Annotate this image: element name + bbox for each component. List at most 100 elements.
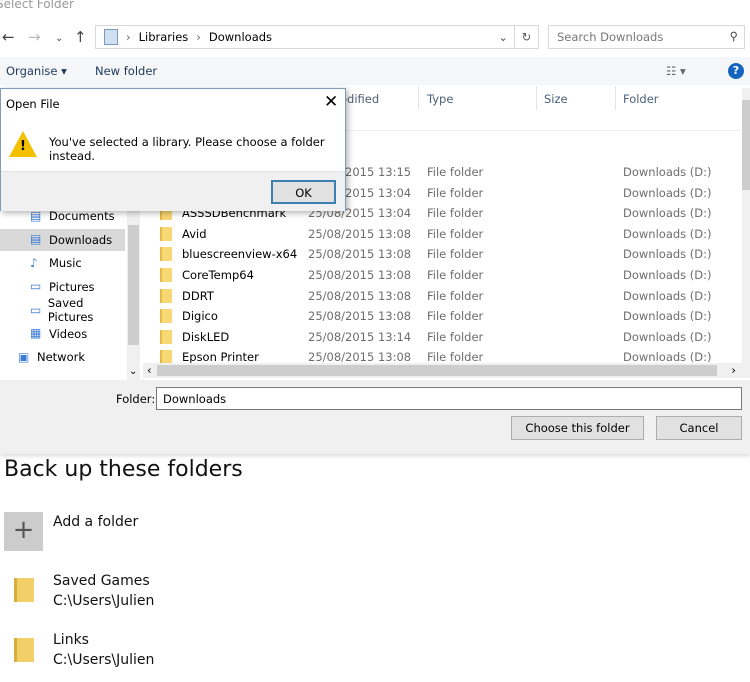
file-row[interactable]: DDRT 25/08/2015 13:08 File folder Downloads… xyxy=(160,286,742,306)
column-divider[interactable] xyxy=(536,86,537,110)
choose-folder-button[interactable]: Choose this folder xyxy=(511,416,644,440)
file-type: File folder xyxy=(427,185,484,200)
folder-icon xyxy=(160,329,172,344)
nav-item-label: Documents xyxy=(49,209,115,223)
dialog-message: You've selected a library. Please choose… xyxy=(49,135,325,163)
file-name: Digico xyxy=(182,309,218,324)
close-icon[interactable]: ✕ xyxy=(324,92,338,112)
organise-button[interactable]: Organise ▾ xyxy=(6,64,67,78)
file-list-vscrollbar[interactable] xyxy=(742,88,750,363)
file-folder: Downloads (D:) xyxy=(623,329,712,344)
folder-icon xyxy=(160,309,172,324)
folder-icon xyxy=(160,247,172,262)
up-button[interactable]: ↑ xyxy=(74,28,87,46)
videos-icon: ▦ xyxy=(30,326,42,340)
cancel-button[interactable]: Cancel xyxy=(656,416,742,440)
warning-icon: ! xyxy=(9,131,37,157)
column-folder[interactable]: Folder xyxy=(623,92,659,106)
file-name: CoreTemp64 xyxy=(182,268,254,282)
refresh-button[interactable]: ↻ xyxy=(515,25,539,49)
file-name: DDRT xyxy=(182,288,214,303)
network-icon: ▣ xyxy=(18,349,30,364)
folder-icon xyxy=(160,226,172,241)
nav-item[interactable]: ▤ Downloads xyxy=(0,228,125,251)
select-folder-window: Select Folder ← → ⌄ ↑ › Libraries › Downlo… xyxy=(0,0,750,454)
column-divider[interactable] xyxy=(418,86,419,110)
column-divider[interactable] xyxy=(615,86,616,110)
column-size[interactable]: Size xyxy=(544,92,568,106)
music-icon: ♪ xyxy=(30,255,38,270)
nav-item[interactable]: ♪ Music xyxy=(0,252,125,274)
chevron-down-icon[interactable]: ⌄ xyxy=(498,30,508,44)
folder-input[interactable]: Downloads xyxy=(156,387,742,410)
nav-item[interactable]: ▦ Videos xyxy=(0,323,125,345)
links-folder-icon xyxy=(14,638,34,662)
add-folder-label[interactable]: Add a folder xyxy=(53,514,138,530)
folder-icon xyxy=(160,288,172,303)
backup-item-path: C:\Users\Julien xyxy=(53,652,155,668)
nav-item-label: Pictures xyxy=(49,279,95,294)
search-placeholder: Search Downloads xyxy=(557,30,664,44)
address-bar[interactable]: › Libraries › Downloads ⌄ xyxy=(95,25,515,49)
breadcrumb-downloads[interactable]: Downloads xyxy=(209,30,272,44)
file-date: 25/08/2015 13:14 xyxy=(308,329,412,344)
nav-item-label: Music xyxy=(49,256,82,270)
footer-bar: Folder: Downloads Choose this folder Can… xyxy=(0,380,750,454)
file-folder: Downloads (D:) xyxy=(623,226,712,241)
nav-item[interactable]: ▭ Pictures xyxy=(0,276,125,298)
toolbar: Organise ▾ New folder ☷ ▾ xyxy=(0,57,750,85)
file-type: File folder xyxy=(427,329,484,344)
nav-item[interactable]: ▭ Saved Pictures xyxy=(0,296,125,324)
help-icon[interactable]: ? xyxy=(728,63,744,79)
file-type: File folder xyxy=(427,206,484,221)
new-folder-button[interactable]: New folder xyxy=(95,64,157,78)
file-type: File folder xyxy=(427,309,484,324)
file-date: 25/08/2015 13:08 xyxy=(308,288,412,303)
nav-item-label: Videos xyxy=(49,326,88,341)
file-name: DiskLED xyxy=(182,329,230,344)
downloads-icon: ▤ xyxy=(30,232,42,246)
file-row[interactable]: Digico 25/08/2015 13:08 File folder Downloa… xyxy=(160,306,742,326)
folder-icon xyxy=(160,268,172,282)
nav-scrollbar[interactable]: ⌄ xyxy=(127,200,140,380)
backup-heading: Back up these folders xyxy=(4,457,243,482)
file-name: bluescreenview-x64 xyxy=(182,247,298,262)
view-options-icon[interactable]: ☷ ▾ xyxy=(666,64,686,78)
file-row[interactable]: CoreTemp64 25/08/2015 13:08 File folder Dow… xyxy=(160,265,742,285)
file-folder: Downloads (D:) xyxy=(623,165,712,179)
forward-button[interactable]: → xyxy=(28,28,41,46)
recent-dropdown[interactable]: ⌄ xyxy=(55,33,63,44)
navigation-pane: ▤ Documents ▤ Downloads ♪ Music ▭ Pictures ▭ Save… xyxy=(0,200,127,380)
search-input[interactable]: Search Downloads ⚲ xyxy=(548,25,745,49)
add-folder-button[interactable]: + xyxy=(4,512,43,551)
file-type: File folder xyxy=(427,165,484,179)
ok-button[interactable]: OK xyxy=(271,180,336,204)
file-folder: Downloads (D:) xyxy=(623,247,712,262)
breadcrumb-libraries[interactable]: Libraries xyxy=(139,30,189,44)
file-name: Avid xyxy=(182,226,207,241)
pictures-icon: ▭ xyxy=(30,279,42,293)
back-button[interactable]: ← xyxy=(2,28,15,46)
column-type[interactable]: Type xyxy=(427,92,453,106)
file-row[interactable]: Avid 25/08/2015 13:08 File folder Downloads… xyxy=(160,224,742,244)
search-icon: ⚲ xyxy=(729,29,738,43)
file-folder: Downloads (D:) xyxy=(623,309,712,324)
file-type: File folder xyxy=(427,268,484,282)
file-folder: Downloads (D:) xyxy=(623,288,712,303)
library-icon xyxy=(104,29,118,45)
file-list-hscrollbar[interactable]: ‹ › xyxy=(143,363,750,378)
backup-item-name[interactable]: Saved Games xyxy=(53,573,150,589)
backup-item-name[interactable]: Links xyxy=(53,632,89,648)
dialog-title: Open File xyxy=(6,97,60,111)
nav-item-label: Network xyxy=(37,350,86,364)
file-type: File folder xyxy=(427,288,484,303)
pictures-icon: ▭ xyxy=(30,302,42,317)
plus-icon: + xyxy=(12,515,35,545)
file-type: File folder xyxy=(427,226,484,241)
file-row[interactable]: bluescreenview-x64 25/08/2015 13:08 File f… xyxy=(160,244,742,264)
file-date: 25/08/2015 13:08 xyxy=(308,268,412,282)
file-row[interactable]: DiskLED 25/08/2015 13:14 File folder Downlo… xyxy=(160,327,742,347)
nav-item[interactable]: ▣ Network xyxy=(0,346,125,368)
file-date: 25/08/2015 13:08 xyxy=(308,309,412,324)
file-folder: Downloads (D:) xyxy=(623,206,712,221)
